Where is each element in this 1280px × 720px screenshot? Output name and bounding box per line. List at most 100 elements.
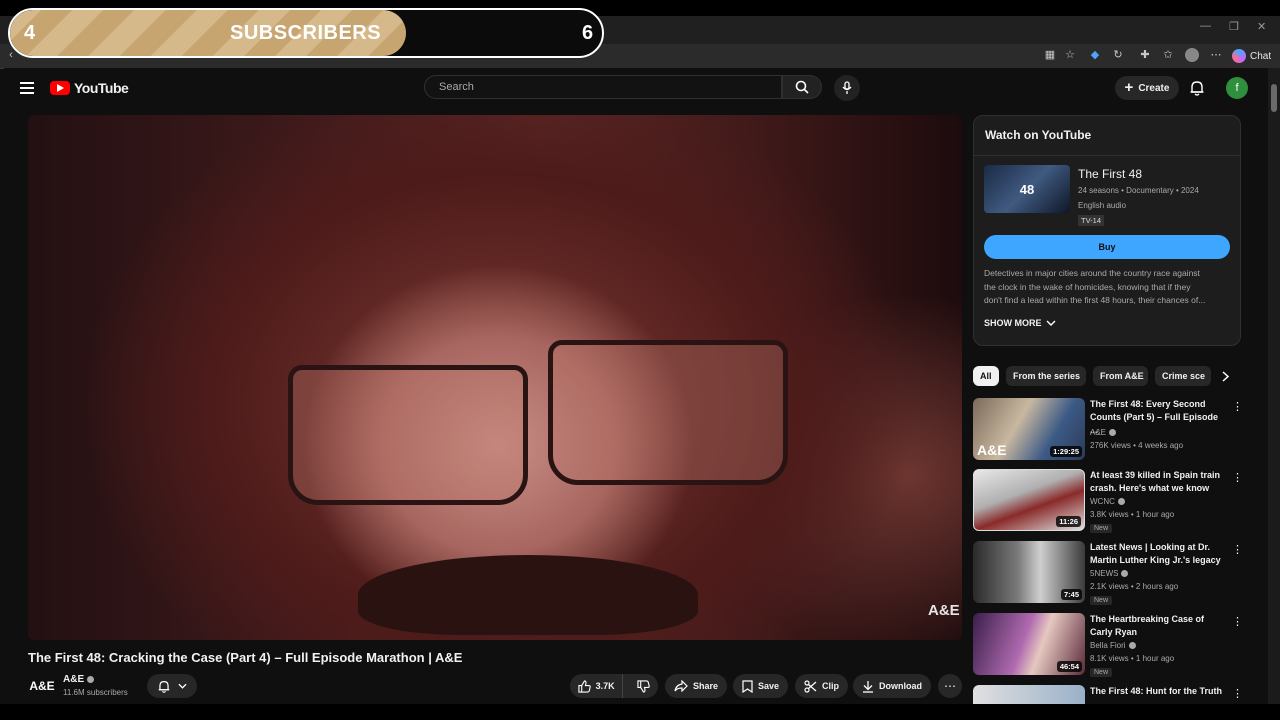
video-duration: 1:29:25 <box>1050 446 1082 457</box>
youtube-logo[interactable]: YouTube <box>50 80 129 96</box>
video-thumbnail[interactable]: A&E 1:29:25 <box>973 398 1085 460</box>
recommended-video[interactable]: 46:54 The Heartbreaking Case of Carly Rya… <box>973 613 1243 677</box>
minimize-icon[interactable]: — <box>1200 20 1211 32</box>
share-button[interactable]: Share <box>665 674 728 698</box>
channel-watermark[interactable]: A&E <box>928 602 960 619</box>
channel-avatar[interactable]: A&E <box>29 676 54 696</box>
bottom-strip <box>0 704 1280 720</box>
bookmark-icon <box>742 679 753 693</box>
puzzle-icon[interactable]: ✚ <box>1138 48 1152 62</box>
download-button[interactable]: Download <box>853 674 931 698</box>
video-title[interactable]: At least 39 killed in Spain train crash. … <box>1090 469 1227 495</box>
chat-button[interactable]: Chat <box>1232 47 1271 65</box>
glasses-lens-left <box>288 365 528 505</box>
refresh-extension-icon[interactable]: ↻ <box>1111 48 1125 62</box>
video-channel[interactable]: Bella Fiori <box>1090 641 1136 650</box>
search-button[interactable] <box>782 75 822 99</box>
verified-icon <box>1121 570 1129 578</box>
hamburger-menu-icon[interactable] <box>20 82 34 97</box>
recommended-video[interactable]: A&E 1:29:25 The First 48: Every Second Co… <box>973 398 1243 462</box>
video-channel[interactable]: 5NEWS <box>1090 569 1129 578</box>
chip-crime-scene[interactable]: Crime sce <box>1155 366 1211 386</box>
verified-icon <box>1117 498 1125 506</box>
recommended-video[interactable]: 11:26 At least 39 killed in Spain train c… <box>973 469 1243 533</box>
microphone-icon <box>842 81 852 94</box>
more-actions-icon[interactable]: ⋮ <box>1232 400 1243 413</box>
recommended-video[interactable]: 7:45 Latest News | Looking at Dr. Martin … <box>973 541 1243 605</box>
thumbs-up-icon <box>577 679 591 693</box>
thumbnail-logo: A&E <box>977 442 1007 458</box>
chip-from-the-series[interactable]: From the series <box>1006 366 1086 386</box>
thumbs-down-icon <box>636 679 650 693</box>
browser-menu-icon[interactable]: ⋯ <box>1209 48 1223 62</box>
video-duration: 11:26 <box>1056 516 1081 527</box>
show-audio: English audio <box>1078 201 1127 210</box>
voice-search-button[interactable] <box>834 75 860 101</box>
restore-icon[interactable]: ❐ <box>1229 20 1239 33</box>
video-thumbnail[interactable]: 11:26 <box>973 469 1085 531</box>
show-more-button[interactable]: SHOW MORE <box>984 318 1056 328</box>
page-scrollbar[interactable] <box>1268 68 1280 704</box>
new-badge: New <box>1090 668 1113 677</box>
video-views: 8.1K views • 1 hour ago <box>1090 654 1175 663</box>
chips-next-button[interactable] <box>1216 366 1234 386</box>
subscribed-notifications-button[interactable] <box>147 674 197 698</box>
video-thumbnail[interactable]: 7:45 <box>973 541 1085 603</box>
more-actions-icon[interactable]: ⋮ <box>1232 471 1243 484</box>
bell-icon <box>1190 81 1204 96</box>
show-title[interactable]: The First 48 <box>1078 167 1142 181</box>
video-channel[interactable]: WCNC <box>1090 497 1125 506</box>
video-views: 3.8K views • 1 hour ago <box>1090 510 1175 519</box>
plus-icon: + <box>1124 79 1134 96</box>
create-button[interactable]: + Create <box>1115 76 1179 100</box>
channel-name[interactable]: A&E <box>63 674 95 685</box>
scissors-icon <box>804 679 817 693</box>
video-thumbnail[interactable] <box>973 685 1085 704</box>
video-title[interactable]: The Heartbreaking Case of Carly Ryan <box>1090 613 1227 639</box>
share-icon <box>674 680 688 692</box>
video-thumbnail[interactable]: 46:54 <box>973 613 1085 675</box>
youtube-play-icon <box>50 81 70 95</box>
grid-icon[interactable]: ▦ <box>1043 48 1057 62</box>
new-badge: New <box>1090 524 1113 533</box>
more-actions-icon[interactable]: ⋮ <box>1232 687 1243 700</box>
more-actions-icon[interactable]: ⋮ <box>1232 543 1243 556</box>
video-title-heading: The First 48: Cracking the Case (Part 4)… <box>28 650 463 665</box>
channel-subscriber-count: 11.6M subscribers <box>63 688 128 697</box>
extension-icon[interactable]: ◆ <box>1088 48 1102 62</box>
close-icon[interactable]: ✕ <box>1257 20 1266 33</box>
video-views: 2.1K views • 2 hours ago <box>1090 582 1179 591</box>
recommended-video[interactable]: The First 48: Hunt for the Truth ⋮ <box>973 685 1243 704</box>
star-icon[interactable]: ☆ <box>1063 48 1077 62</box>
dislike-button[interactable] <box>628 674 658 698</box>
download-icon <box>863 680 873 693</box>
save-button[interactable]: Save <box>733 674 789 698</box>
chevron-down-icon <box>1046 320 1055 326</box>
video-player[interactable] <box>28 115 962 640</box>
chip-from-ae[interactable]: From A&E <box>1093 366 1148 386</box>
chevron-right-icon <box>1221 370 1229 382</box>
scrollbar-thumb[interactable] <box>1271 84 1277 112</box>
more-actions-icon[interactable]: ⋮ <box>1232 615 1243 628</box>
show-thumbnail[interactable]: 48 <box>984 165 1070 213</box>
more-actions-icon[interactable]: ⋯ <box>938 674 962 698</box>
show-meta: 24 seasons • Documentary • 2024 <box>1078 186 1199 195</box>
search-input[interactable]: Search <box>424 75 782 99</box>
video-title[interactable]: Latest News | Looking at Dr. Martin Luthe… <box>1090 541 1227 567</box>
buy-button[interactable]: Buy <box>984 235 1230 259</box>
subscriber-count-goal: 6 <box>582 22 594 44</box>
watch-on-youtube-panel <box>973 115 1241 346</box>
video-title[interactable]: The First 48: Hunt for the Truth <box>1090 685 1227 698</box>
notifications-button[interactable] <box>1190 80 1204 96</box>
like-button[interactable]: 3.7K <box>570 674 624 698</box>
verified-icon <box>1109 429 1117 437</box>
clip-button[interactable]: Clip <box>795 674 848 698</box>
profile-icon[interactable] <box>1185 48 1199 62</box>
video-duration: 7:45 <box>1060 589 1082 600</box>
chevron-down-icon <box>177 683 187 689</box>
account-avatar[interactable]: f <box>1226 77 1248 99</box>
favorites-icon[interactable]: ✩ <box>1161 48 1175 62</box>
chip-all[interactable]: All <box>973 366 999 386</box>
video-views: 276K views • 4 weeks ago <box>1090 441 1184 450</box>
video-channel[interactable]: A&E <box>1090 428 1117 437</box>
